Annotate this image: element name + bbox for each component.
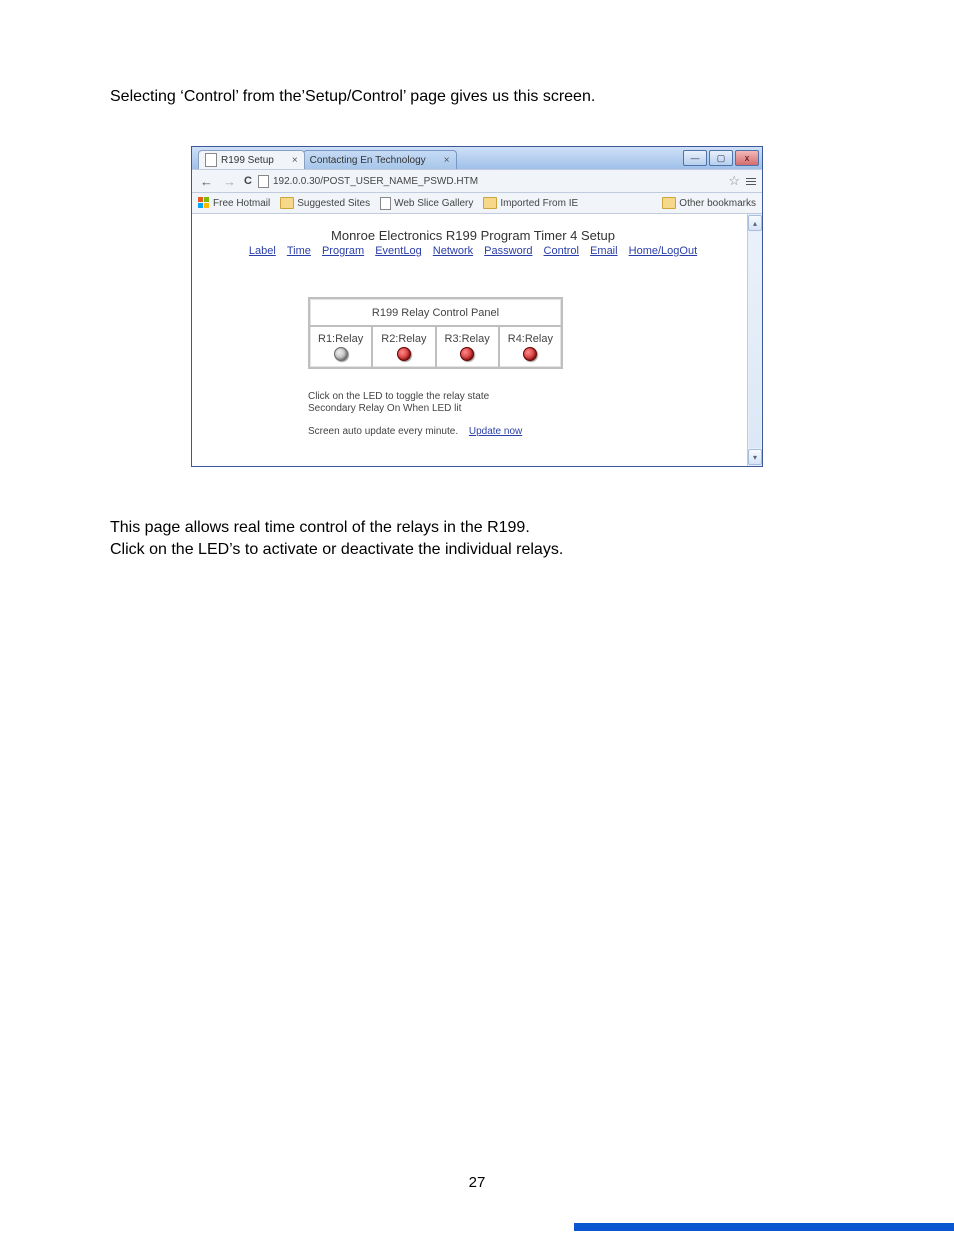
bookmark-label: Imported From IE [500, 198, 578, 209]
bookmark-suggested-sites[interactable]: Suggested Sites [280, 197, 370, 209]
relay-cell-4: R4:Relay [500, 327, 561, 367]
window-titlebar: R199 Setup × Contacting En Technology × … [192, 147, 762, 169]
win-flag-icon [198, 197, 210, 209]
bookmark-other[interactable]: Other bookmarks [662, 197, 756, 209]
note-secondary: Secondary Relay On When LED lit [308, 403, 738, 414]
scrollbar[interactable]: ▴ ▾ [747, 214, 762, 466]
bookmark-free-hotmail[interactable]: Free Hotmail [198, 197, 270, 209]
panel-notes: Click on the LED to toggle the relay sta… [308, 391, 738, 437]
relay-label: R3:Relay [445, 333, 490, 345]
update-now-link[interactable]: Update now [469, 426, 522, 437]
back-button[interactable]: ← [198, 174, 215, 189]
relay-cell-2: R2:Relay [373, 327, 436, 367]
note-update-text: Screen auto update every minute. [308, 426, 458, 437]
nav-eventlog[interactable]: EventLog [375, 245, 421, 257]
tab-r199-setup[interactable]: R199 Setup × [198, 150, 305, 169]
bookmark-imported-ie[interactable]: Imported From IE [483, 197, 578, 209]
bookmark-label: Other bookmarks [679, 198, 756, 209]
footer-stripe [574, 1223, 954, 1231]
scroll-track[interactable] [749, 232, 761, 448]
relay-row: R1:Relay R2:Relay R3:Relay [310, 327, 561, 367]
relay-led-4[interactable] [523, 347, 537, 361]
menu-icon[interactable] [746, 178, 756, 185]
scroll-down-icon[interactable]: ▾ [748, 449, 762, 465]
bookmark-label: Web Slice Gallery [394, 198, 473, 209]
maximize-button[interactable]: ▢ [709, 150, 733, 166]
nav-time[interactable]: Time [287, 245, 311, 257]
tab-contacting[interactable]: Contacting En Technology × [303, 150, 457, 169]
bookmarks-bar: Free Hotmail Suggested Sites Web Slice G… [192, 193, 762, 214]
close-button[interactable]: x [735, 150, 759, 166]
folder-icon [483, 197, 497, 209]
page-number: 27 [0, 1174, 954, 1191]
relay-label: R2:Relay [381, 333, 426, 345]
scroll-up-icon[interactable]: ▴ [748, 215, 762, 231]
url-text: 192.0.0.30/POST_USER_NAME_PSWD.HTM [273, 176, 478, 187]
relay-panel-title: R199 Relay Control Panel [310, 299, 561, 327]
outro-text: This page allows real time control of th… [110, 517, 844, 560]
setup-nav: Label Time Program EventLog Network Pass… [208, 245, 738, 257]
relay-led-3[interactable] [460, 347, 474, 361]
relay-cell-1: R1:Relay [310, 327, 373, 367]
relay-panel-area: R199 Relay Control Panel R1:Relay R2:Rel… [308, 297, 738, 456]
outro-line-1: This page allows real time control of th… [110, 517, 844, 539]
nav-label[interactable]: Label [249, 245, 276, 257]
page-icon [258, 175, 269, 188]
relay-led-2[interactable] [397, 347, 411, 361]
nav-home-logout[interactable]: Home/LogOut [629, 245, 697, 257]
relay-led-1[interactable] [334, 347, 348, 361]
nav-email[interactable]: Email [590, 245, 618, 257]
relay-panel: R199 Relay Control Panel R1:Relay R2:Rel… [308, 297, 563, 369]
nav-network[interactable]: Network [433, 245, 473, 257]
window-controls: — ▢ x [683, 150, 759, 166]
nav-password[interactable]: Password [484, 245, 532, 257]
address-bar: ← → C 192.0.0.30/POST_USER_NAME_PSWD.HTM… [192, 169, 762, 193]
bookmark-web-slice[interactable]: Web Slice Gallery [380, 197, 473, 210]
page-icon [205, 153, 217, 167]
intro-text: Selecting ‘Control’ from the’Setup/Contr… [110, 88, 844, 106]
relay-cell-3: R3:Relay [437, 327, 500, 367]
note-toggle: Click on the LED to toggle the relay sta… [308, 391, 738, 402]
close-tab-icon[interactable]: × [444, 155, 450, 166]
minimize-button[interactable]: — [683, 150, 707, 166]
tab-label: Contacting En Technology [310, 155, 426, 166]
page-title: Monroe Electronics R199 Program Timer 4 … [208, 228, 738, 243]
reload-button[interactable]: C [244, 175, 252, 187]
tab-label: R199 Setup [221, 155, 274, 166]
tab-strip: R199 Setup × Contacting En Technology × [198, 150, 455, 169]
bookmark-label: Suggested Sites [297, 198, 370, 209]
folder-icon [662, 197, 676, 209]
nav-program[interactable]: Program [322, 245, 364, 257]
browser-window: R199 Setup × Contacting En Technology × … [191, 146, 763, 467]
page-content: Monroe Electronics R199 Program Timer 4 … [192, 214, 762, 466]
relay-label: R4:Relay [508, 333, 553, 345]
relay-label: R1:Relay [318, 333, 363, 345]
note-update: Screen auto update every minute. Update … [308, 426, 738, 437]
outro-line-2: Click on the LED’s to activate or deacti… [110, 539, 844, 561]
close-tab-icon[interactable]: × [292, 155, 298, 166]
nav-control[interactable]: Control [544, 245, 579, 257]
bookmark-star-icon[interactable]: ☆ [728, 173, 740, 189]
page-viewport: Monroe Electronics R199 Program Timer 4 … [192, 214, 762, 466]
bookmark-label: Free Hotmail [213, 198, 270, 209]
page-icon [380, 197, 391, 210]
forward-button[interactable]: → [221, 174, 238, 189]
folder-icon [280, 197, 294, 209]
url-box[interactable]: 192.0.0.30/POST_USER_NAME_PSWD.HTM [258, 175, 722, 188]
